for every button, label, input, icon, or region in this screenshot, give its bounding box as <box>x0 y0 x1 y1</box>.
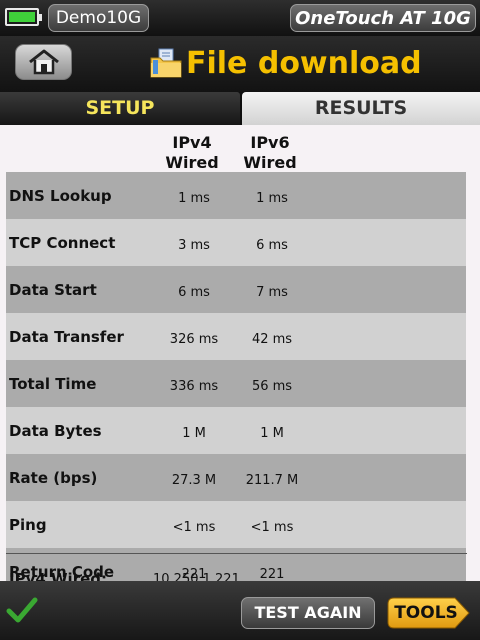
divider <box>6 553 467 554</box>
ipv4-value: <1 ms <box>155 501 233 548</box>
check-icon <box>6 597 38 623</box>
address-label: IPv4 Wired: <box>9 570 108 581</box>
column-header-line: Wired <box>165 153 219 172</box>
metric-label: DNS Lookup <box>6 172 155 219</box>
column-header-ipv6: IPv6 Wired <box>230 133 310 173</box>
table-row: TCP Connect 3 ms 6 ms <box>6 219 466 266</box>
status-bar: Demo10G OneTouch AT 10G <box>0 0 480 36</box>
ipv6-value: 6 ms <box>233 219 311 266</box>
table-row: Data Start 6 ms 7 ms <box>6 266 466 313</box>
ipv6-value: 1 M <box>233 407 311 454</box>
bottom-bar: TEST AGAIN TOOLS <box>0 581 480 640</box>
column-header-line: IPv4 <box>172 133 212 152</box>
column-header-line: Wired <box>243 153 297 172</box>
metric-label: Rate (bps) <box>6 454 155 501</box>
page-title: File download <box>186 46 422 81</box>
device-name-button[interactable]: OneTouch AT 10G <box>290 4 476 32</box>
column-header-ipv4: IPv4 Wired <box>152 133 232 173</box>
ipv6-value: 7 ms <box>233 266 311 313</box>
tools-button[interactable]: TOOLS <box>387 597 471 629</box>
metric-label: TCP Connect <box>6 219 155 266</box>
ipv4-value: 1 ms <box>155 172 233 219</box>
table-row: Total Time 336 ms 56 ms <box>6 360 466 407</box>
ipv6-value: <1 ms <box>233 501 311 548</box>
metric-label: Ping <box>6 501 155 548</box>
column-header-line: IPv6 <box>250 133 290 152</box>
ipv4-value: 3 ms <box>155 219 233 266</box>
tools-label: TOOLS <box>394 603 458 623</box>
table-row: Ping <1 ms <1 ms <box>6 501 466 548</box>
home-icon <box>28 49 59 75</box>
tab-setup[interactable]: SETUP <box>0 92 240 125</box>
ipv4-value: 27.3 M <box>155 454 233 501</box>
title-bar: File download <box>0 36 480 92</box>
ipv6-value: 42 ms <box>233 313 311 360</box>
metric-label: Data Bytes <box>6 407 155 454</box>
tab-results[interactable]: RESULTS <box>242 92 480 125</box>
table-row: DNS Lookup 1 ms 1 ms <box>6 172 466 219</box>
table-row: Rate (bps) 27.3 M 211.7 M <box>6 454 466 501</box>
tab-bar: SETUP RESULTS <box>0 92 480 125</box>
metric-label: Total Time <box>6 360 155 407</box>
ipv4-value: 1 M <box>155 407 233 454</box>
metric-label: Data Start <box>6 266 155 313</box>
battery-icon <box>5 8 42 26</box>
home-button[interactable] <box>15 44 72 80</box>
ipv4-value: 336 ms <box>155 360 233 407</box>
ipv6-value: 211.7 M <box>233 454 311 501</box>
address-value: 10.250.1.221 <box>153 572 240 581</box>
ipv6-value: 1 ms <box>233 172 311 219</box>
ipv6-value: 56 ms <box>233 360 311 407</box>
test-again-button[interactable]: TEST AGAIN <box>241 597 375 629</box>
table-row: Data Transfer 326 ms 42 ms <box>6 313 466 360</box>
ipv4-value: 6 ms <box>155 266 233 313</box>
results-panel[interactable]: IPv4 Wired IPv6 Wired DNS Lookup 1 ms 1 … <box>0 125 480 581</box>
ipv4-value: 326 ms <box>155 313 233 360</box>
results-table: DNS Lookup 1 ms 1 ms TCP Connect 3 ms 6 … <box>6 172 466 581</box>
metric-label: Data Transfer <box>6 313 155 360</box>
profile-button[interactable]: Demo10G <box>48 4 149 32</box>
table-row: Data Bytes 1 M 1 M <box>6 407 466 454</box>
folder-download-icon <box>150 48 182 78</box>
